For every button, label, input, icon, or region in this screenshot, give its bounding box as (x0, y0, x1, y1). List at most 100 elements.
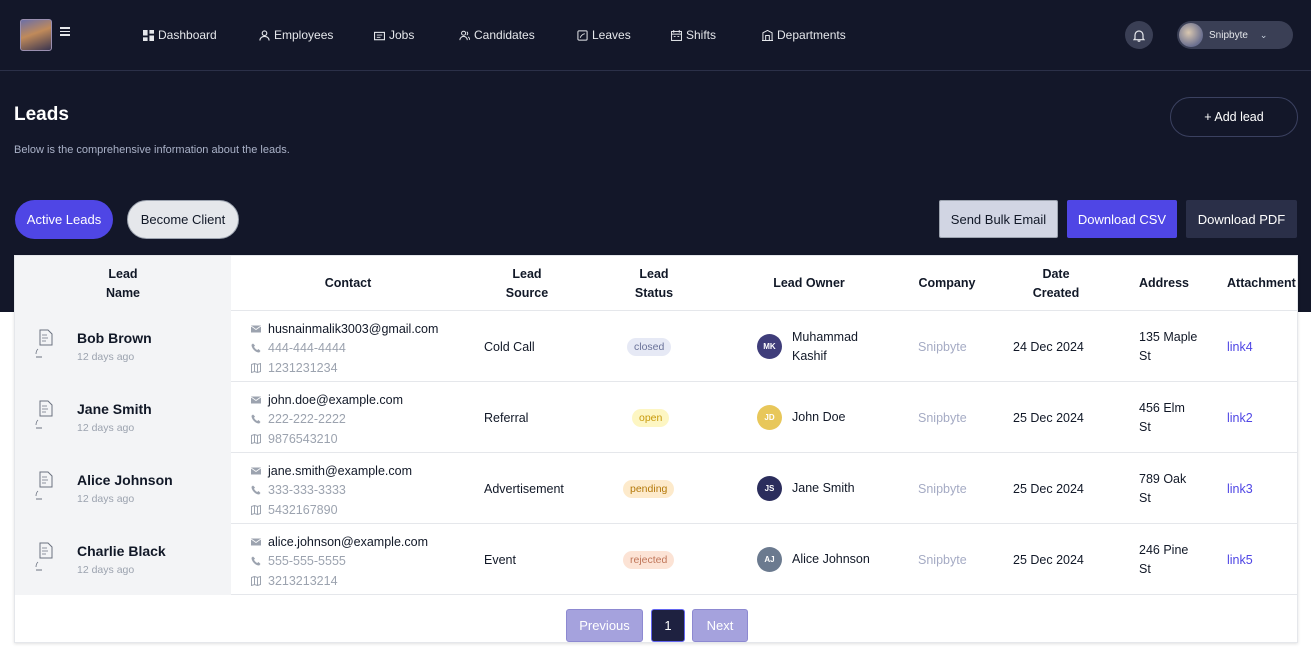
contact-id: 3213213214 (251, 571, 471, 591)
top-navbar: Dashboard Employees Jobs Candidates Leav… (0, 0, 1311, 71)
profile-menu[interactable]: Snipbyte ⌄ (1177, 21, 1293, 49)
lead-name[interactable]: Charlie Black (77, 543, 166, 559)
avatar: JD (757, 405, 782, 430)
file-icon (35, 329, 53, 358)
nav-dashboard[interactable]: Dashboard (143, 26, 217, 44)
contact-cell: husnainmalik3003@gmail.com 444-444-4444 … (251, 319, 471, 378)
lead-name[interactable]: Alice Johnson (77, 472, 173, 488)
lead-name-cell: Alice Johnson 12 days ago (15, 453, 231, 524)
contact-email[interactable]: alice.johnson@example.com (251, 532, 471, 552)
become-client-tab[interactable]: Become Client (127, 200, 239, 239)
nav-shifts[interactable]: Shifts (671, 26, 716, 44)
header-text: Name (105, 285, 141, 300)
previous-page-button[interactable]: Previous (566, 609, 643, 642)
contact-email-text: john.doe@example.com (268, 392, 403, 407)
lead-source: Referral (484, 410, 529, 425)
status-badge: closed (627, 337, 672, 356)
contact-phone[interactable]: 222-222-2222 (251, 410, 471, 430)
contact-email-text: jane.smith@example.com (268, 463, 412, 478)
status-cell: open (632, 382, 670, 453)
contact-phone-text: 444-444-4444 (268, 341, 346, 356)
table-row[interactable]: Alice Johnson 12 days ago jane.smith@exa… (15, 453, 1297, 524)
header-text: Address (1138, 276, 1190, 290)
status-cell: closed (627, 311, 672, 382)
header-lead-owner[interactable]: Lead Owner (749, 256, 869, 311)
header-text: Attachment (1227, 276, 1296, 290)
status-cell: pending (623, 453, 675, 524)
send-bulk-email-button[interactable]: Send Bulk Email (939, 200, 1058, 238)
lead-name[interactable]: Jane Smith (77, 401, 152, 417)
file-icon (35, 471, 53, 500)
nav-employees[interactable]: Employees (259, 26, 333, 44)
download-csv-button[interactable]: Download CSV (1067, 200, 1177, 238)
lead-owner: AJ Alice Johnson (757, 524, 872, 595)
table-row[interactable]: Charlie Black 12 days ago alice.johnson@… (15, 524, 1297, 595)
address-cell: 246 Pine St (1139, 524, 1199, 595)
page-number-button[interactable]: 1 (651, 609, 685, 642)
address-cell: 456 Elm St (1139, 382, 1199, 453)
user-icon (259, 29, 270, 41)
header-address[interactable]: Address (1129, 256, 1199, 311)
contact-phone[interactable]: 555-555-5555 (251, 552, 471, 572)
lead-age: 12 days ago (77, 422, 135, 434)
date-created: 25 Dec 2024 (1013, 552, 1084, 567)
nav-candidates[interactable]: Candidates (459, 26, 535, 44)
notifications-button[interactable] (1125, 21, 1153, 49)
table-row[interactable]: Bob Brown 12 days ago husnainmalik3003@g… (15, 311, 1297, 382)
status-badge: rejected (623, 550, 675, 569)
bell-icon (1133, 29, 1145, 42)
contact-phone[interactable]: 444-444-4444 (251, 339, 471, 359)
next-page-button[interactable]: Next (692, 609, 748, 642)
header-text: Date (1042, 266, 1070, 281)
lead-owner: JS Jane Smith (757, 453, 872, 524)
company: Snipbyte (918, 339, 967, 354)
header-date-created[interactable]: Date Created (1016, 256, 1096, 311)
attachment-link[interactable]: link2 (1227, 411, 1253, 425)
contact-phone-text: 222-222-2222 (268, 412, 346, 427)
header-company[interactable]: Company (907, 256, 987, 311)
lead-name[interactable]: Bob Brown (77, 330, 152, 346)
menu-icon[interactable] (60, 27, 70, 36)
map-icon (251, 433, 261, 444)
contact-id: 9876543210 (251, 429, 471, 449)
address: 135 Maple St (1139, 329, 1198, 363)
company-logo[interactable] (20, 19, 52, 51)
nav-label: Candidates (474, 28, 535, 42)
lead-source: Event (484, 552, 516, 567)
header-attachment[interactable]: Attachment (1227, 256, 1297, 311)
status-badge: open (632, 408, 670, 427)
download-pdf-button[interactable]: Download PDF (1186, 200, 1297, 238)
phone-icon (251, 414, 261, 424)
header-text: Contact (324, 276, 372, 290)
header-lead-name[interactable]: Lead Name (15, 256, 231, 311)
contact-email[interactable]: jane.smith@example.com (251, 461, 471, 481)
contact-phone[interactable]: 333-333-3333 (251, 481, 471, 501)
header-lead-status[interactable]: Lead Status (604, 256, 704, 311)
mail-icon (251, 396, 261, 404)
header-contact[interactable]: Contact (251, 256, 445, 311)
calendar-icon (671, 29, 682, 41)
attachment-link[interactable]: link5 (1227, 553, 1253, 567)
address-cell: 789 Oak St (1139, 453, 1199, 524)
company: Snipbyte (918, 552, 967, 567)
avatar: AJ (757, 547, 782, 572)
contact-id-text: 1231231234 (268, 360, 338, 375)
company: Snipbyte (918, 481, 967, 496)
contact-email[interactable]: john.doe@example.com (251, 390, 471, 410)
nav-jobs[interactable]: Jobs (374, 26, 414, 44)
table-row[interactable]: Jane Smith 12 days ago john.doe@example.… (15, 382, 1297, 453)
profile-name: Snipbyte (1209, 29, 1248, 41)
contact-email[interactable]: husnainmalik3003@gmail.com (251, 319, 471, 339)
attachment-link[interactable]: link4 (1227, 340, 1253, 354)
contact-id: 1231231234 (251, 358, 471, 378)
header-lead-source[interactable]: Lead Source (477, 256, 577, 311)
mail-icon (251, 325, 261, 333)
nav-label: Employees (274, 28, 334, 42)
owner-name: Jane Smith (792, 481, 855, 495)
active-leads-tab[interactable]: Active Leads (15, 200, 113, 239)
avatar: JS (757, 476, 782, 501)
nav-leaves[interactable]: Leaves (577, 26, 631, 44)
add-lead-button[interactable]: + Add lead (1170, 97, 1298, 137)
attachment-link[interactable]: link3 (1227, 482, 1253, 496)
nav-departments[interactable]: Departments (762, 26, 846, 44)
